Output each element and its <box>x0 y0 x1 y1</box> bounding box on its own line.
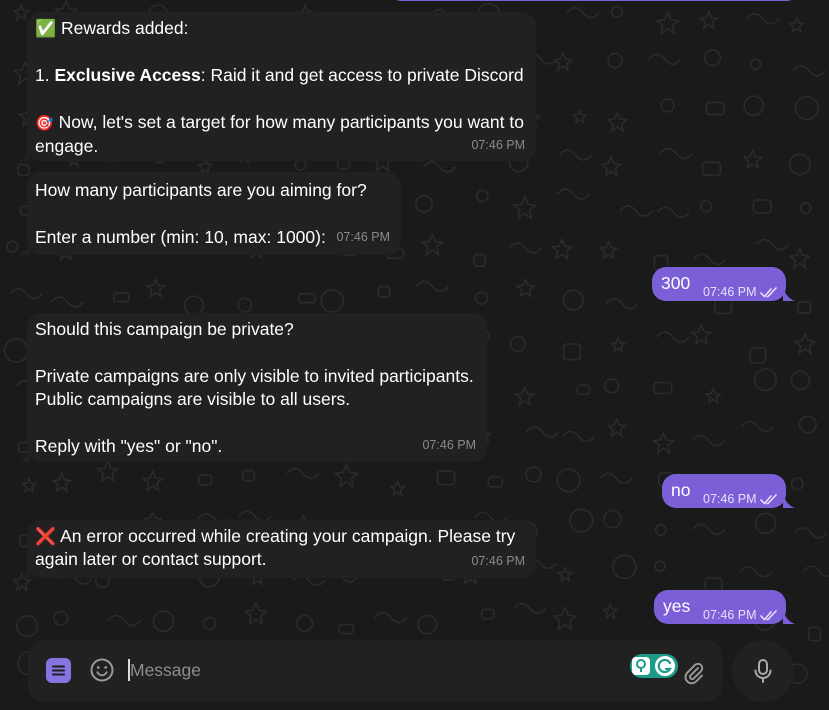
bubble-tail <box>18 564 30 578</box>
bot-message-rewards: ✅ Rewards added: 1. Exclusive Access: Ra… <box>27 12 536 161</box>
message-text: How many participants are you aiming for… <box>35 180 367 200</box>
message-line: ❌ An error occurred while creating your … <box>35 525 527 571</box>
message-text: Private campaigns are only visible to in… <box>35 366 474 386</box>
message-time: 07:46 PM <box>703 492 757 506</box>
text-caret <box>128 659 130 681</box>
bubble-tail <box>18 448 30 462</box>
attach-icon[interactable] <box>681 660 705 686</box>
microphone-button[interactable] <box>732 640 794 702</box>
message-time: 07:46 PM <box>471 554 525 568</box>
message-text: Public campaigns are visible to all user… <box>35 389 351 409</box>
message-time: 07:46 PM <box>703 608 757 622</box>
message-text: 300 <box>661 273 691 293</box>
message-input[interactable] <box>128 656 622 688</box>
user-message-yes: yes 07:46 PM <box>654 590 786 624</box>
message-text: Now, let's set a target for how many par… <box>35 112 524 156</box>
bot-message-privacy: Should this campaign be private? Private… <box>27 313 487 462</box>
message-time-wrap: 07:46 PM <box>703 488 778 511</box>
grammarly-extension-icon[interactable] <box>630 654 678 678</box>
double-check-icon <box>759 494 777 505</box>
cross-mark-icon: ❌ <box>35 527 57 546</box>
message-time: 07:46 PM <box>422 438 476 452</box>
message-line: 🎯 Now, let's set a target for how many p… <box>35 111 525 158</box>
microphone-icon <box>754 659 772 683</box>
check-mark-icon: ✅ <box>35 19 57 38</box>
message-text: no <box>671 480 691 500</box>
reward-description: : Raid it and get access to private Disc… <box>200 65 524 85</box>
bubble-tail <box>783 287 795 301</box>
bubble-tail <box>18 147 30 161</box>
message-time-wrap: 07:46 PM <box>703 281 778 304</box>
double-check-icon <box>759 287 777 298</box>
bubble-tail <box>783 610 795 624</box>
message-text: Reply with "yes" or "no". <box>35 436 223 456</box>
user-message-300: 300 07:46 PM <box>652 267 786 301</box>
message-text: Should this campaign be private? <box>35 319 294 339</box>
bot-menu-icon[interactable] <box>46 658 71 683</box>
previous-message-edge <box>392 0 796 1</box>
target-icon: 🎯 <box>35 115 54 132</box>
message-list: ✅ Rewards added: 1. Exclusive Access: Ra… <box>0 0 829 710</box>
message-placeholder: Message <box>130 660 202 680</box>
bubble-tail <box>18 241 30 255</box>
reward-number: 1. <box>35 65 55 85</box>
reward-title: Exclusive Access <box>54 65 201 85</box>
message-time: 07:46 PM <box>471 138 525 152</box>
bubble-tail <box>783 494 795 508</box>
bot-message-error: ❌ An error occurred while creating your … <box>27 520 536 578</box>
message-text: Rewards added: <box>61 18 189 38</box>
message-time: 07:46 PM <box>703 285 757 299</box>
user-message-no: no 07:46 PM <box>662 474 786 508</box>
reward-item: 1. Exclusive Access: Raid it and get acc… <box>35 64 528 87</box>
message-time-wrap: 07:46 PM <box>703 604 778 627</box>
message-text: An error occurred while creating your ca… <box>35 526 516 569</box>
message-time: 07:46 PM <box>336 230 390 244</box>
message-line: ✅ Rewards added: <box>35 17 528 40</box>
emoji-icon[interactable] <box>89 657 115 683</box>
bot-message-participants: How many participants are you aiming for… <box>27 172 401 255</box>
message-text: yes <box>663 596 691 616</box>
double-check-icon <box>759 610 777 621</box>
